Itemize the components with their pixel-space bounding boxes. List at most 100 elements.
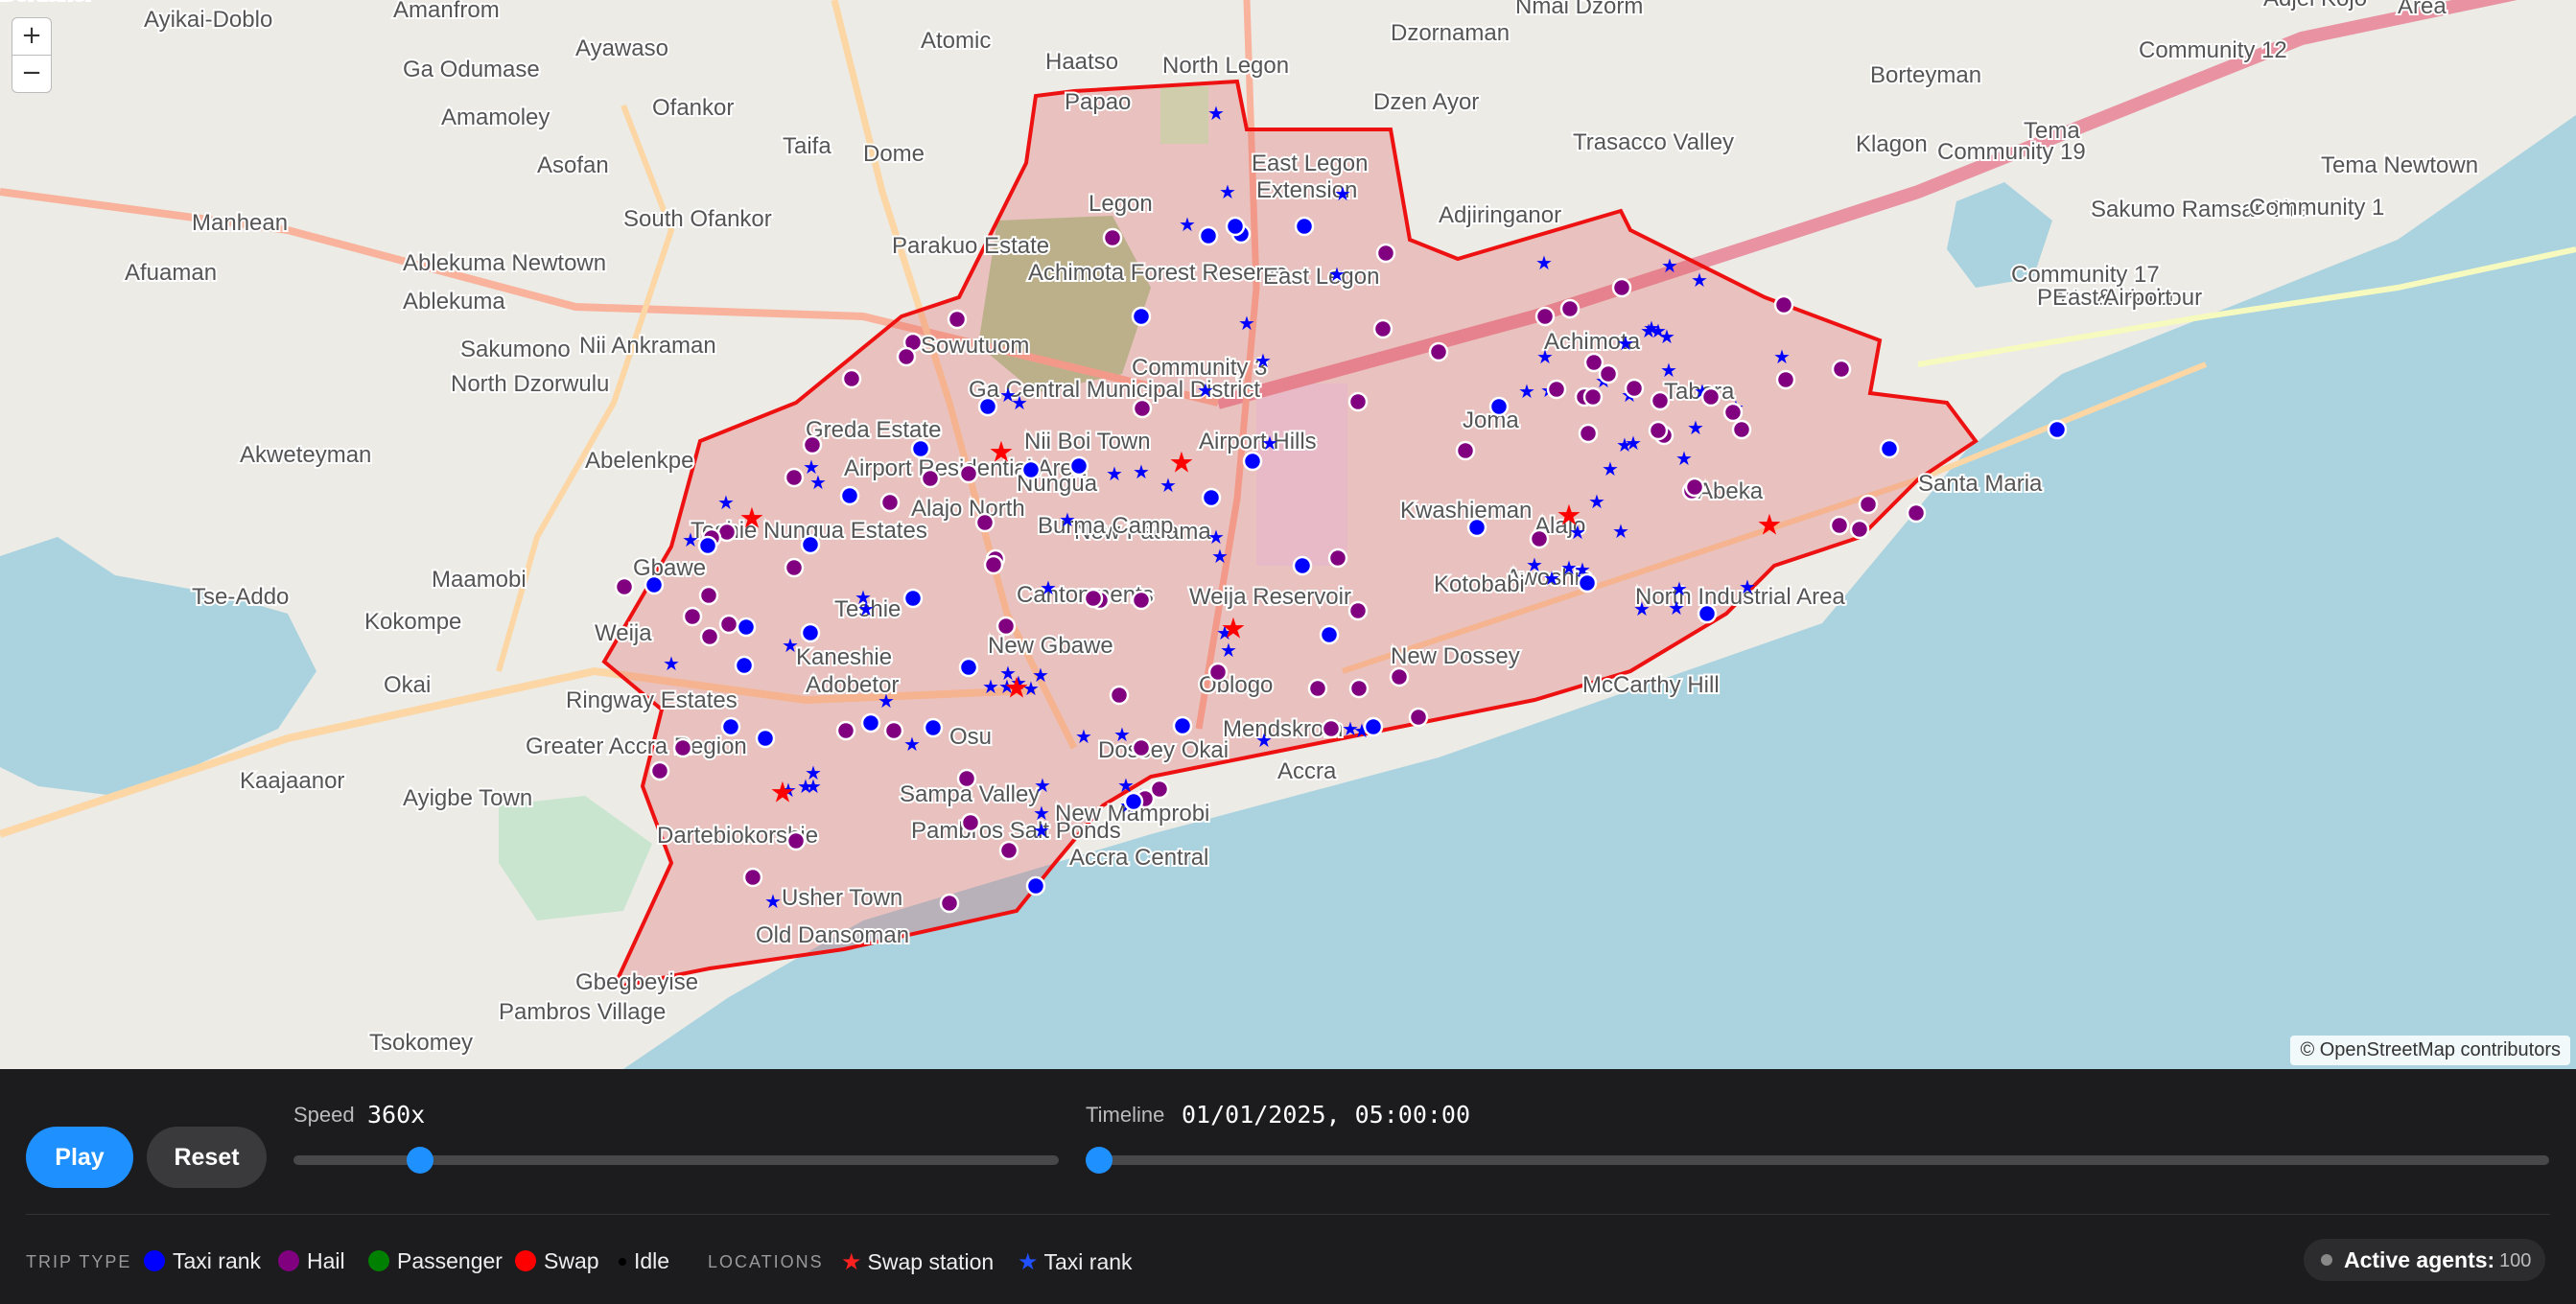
zoom-in-button[interactable]: +: [12, 17, 52, 56]
place-label: Amamoley: [441, 105, 550, 130]
taxi-rank-location-star-icon: ★: [1255, 729, 1273, 752]
legend-swap-station: ★ Swap station: [841, 1248, 994, 1276]
hail-trip-marker: [682, 606, 703, 627]
taxi-rank-trip-marker: [1488, 396, 1510, 417]
taxi-rank-location-star-icon: ★: [857, 597, 875, 620]
place-label: Accra: [1277, 758, 1337, 784]
hail-trip-marker: [672, 737, 693, 758]
taxi-rank-trip-marker: [1363, 716, 1384, 737]
taxi-rank-location-star-icon: ★: [1616, 433, 1633, 456]
taxi-rank-location-star-icon: ★: [1328, 263, 1346, 286]
hail-trip-marker: [1559, 298, 1581, 319]
taxi-rank-location-star-icon: ★: [1059, 508, 1076, 531]
taxi-rank-location-star-icon: ★: [797, 775, 814, 798]
place-label: Maamobi: [432, 567, 527, 593]
place-label: Okai: [384, 672, 431, 698]
hail-trip-marker: [1347, 391, 1369, 412]
hail-trip-marker: [784, 557, 805, 578]
place-label: New Dossey: [1391, 643, 1520, 669]
taxi-rank-location-star-icon: ★: [1660, 359, 1677, 382]
hail-trip-marker: [1131, 737, 1152, 758]
hail-trip-marker: [1102, 227, 1123, 248]
legend-label: Passenger: [397, 1248, 503, 1273]
place-label: Afuaman: [125, 260, 217, 286]
place-label: Gbegbeyise: [575, 969, 698, 995]
place-label: Ringway Estates: [566, 687, 738, 713]
taxi-rank-trip-marker: [839, 485, 860, 506]
map-canvas[interactable]: Ayikai-Doblo Amanfrom Nmai Dzorm Adjei Kojo…: [0, 0, 2576, 1069]
taxi-rank-trip-marker: [910, 438, 931, 459]
taxi-rank-location-star-icon: ★: [1633, 597, 1651, 620]
taxi-rank-location-star-icon: ★: [1773, 345, 1791, 368]
place-label: Weija: [595, 620, 652, 646]
taxi-rank-trip-marker: [977, 396, 998, 417]
hail-trip-marker: [649, 760, 670, 781]
taxi-rank-location-star-icon: ★: [809, 471, 827, 494]
hail-trip-marker: [1131, 590, 1152, 611]
hail-trip-marker: [742, 867, 763, 888]
timeline-value: 01/01/2025, 05:00:00: [1182, 1101, 1471, 1129]
taxi-rank-trip-marker: [1201, 487, 1222, 508]
hail-trip-marker: [1327, 547, 1348, 569]
place-label: Accra Central: [1069, 845, 1208, 871]
taxi-rank-trip-marker: [800, 534, 821, 555]
place-label: Ablekuma Newtown: [403, 250, 606, 276]
taxi-rank-location-star-icon: ★: [903, 733, 921, 756]
taxi-rank-location-star-icon: ★: [1075, 725, 1092, 748]
legend-label: Taxi rank: [1043, 1249, 1133, 1274]
timeline-slider-track[interactable]: [1086, 1155, 2549, 1165]
hail-trip-marker: [1389, 666, 1410, 687]
place-label: Nmai Dzorm: [1515, 0, 1643, 19]
circle-icon: [619, 1258, 626, 1266]
hail-trip-marker: [1546, 379, 1567, 400]
hail-trip-marker: [1132, 398, 1153, 419]
speed-slider-thumb[interactable]: [406, 1147, 433, 1174]
hail-trip-marker: [883, 720, 904, 741]
place-label: Nii Ankraman: [579, 333, 716, 359]
place-label: Ablekuma: [403, 289, 505, 314]
taxi-rank-trip-marker: [1123, 791, 1144, 812]
panel-divider: [26, 1214, 2550, 1215]
place-label: Abeka: [1698, 478, 1764, 504]
hail-trip-marker: [956, 768, 977, 789]
hail-trip-marker: [1348, 678, 1370, 699]
place-label: South Ofankor: [623, 206, 772, 232]
place-label: Ga Odumase: [403, 57, 540, 82]
place-label: Santa Maria: [1918, 471, 2043, 497]
place-label: Papao: [1065, 89, 1131, 115]
zoom-out-button[interactable]: −: [12, 55, 52, 93]
place-label: Borteyman: [1870, 62, 1981, 88]
taxi-rank-location-star-icon: ★: [1211, 545, 1229, 568]
taxi-rank-location-star-icon: ★: [1207, 102, 1225, 125]
reset-button[interactable]: Reset: [147, 1127, 267, 1188]
timeline-slider-thumb[interactable]: [1086, 1147, 1112, 1174]
taxi-rank-trip-marker: [902, 588, 924, 609]
hail-trip-marker: [1831, 359, 1852, 380]
place-label: Usher Town: [782, 885, 902, 911]
play-button[interactable]: Play: [26, 1127, 133, 1188]
taxi-rank-trip-marker: [1020, 459, 1042, 480]
hail-trip-marker: [1578, 423, 1599, 444]
place-label: Adjei Kojo: [2263, 0, 2367, 12]
taxi-rank-location-star-icon: ★: [1197, 379, 1214, 402]
place-label: Tse-Addo: [192, 584, 289, 610]
taxi-rank-location-star-icon: ★: [1612, 520, 1629, 543]
taxi-rank-location-star-icon: ★: [1106, 462, 1123, 485]
hail-trip-marker: [1347, 600, 1369, 621]
taxi-rank-location-star-icon: ★: [1675, 447, 1693, 470]
map-view[interactable]: Ayikai-Doblo Amanfrom Nmai Dzorm Adjei Kojo…: [0, 0, 2576, 1069]
taxi-rank-location-star-icon: ★: [1536, 345, 1554, 368]
star-icon: ★: [1018, 1249, 1039, 1275]
locations-heading: LOCATIONS: [708, 1252, 824, 1271]
place-label: Dome: [863, 141, 925, 167]
hail-trip-marker: [699, 626, 720, 647]
place-label: Akweteyman: [240, 442, 371, 468]
swap-station-star-icon: ★: [989, 436, 1015, 470]
place-label: Pambros Village: [499, 999, 666, 1025]
place-label: Sowutuom: [921, 333, 1029, 359]
taxi-rank-location-star-icon: ★: [1668, 596, 1685, 619]
hail-trip-marker: [698, 585, 719, 606]
hail-trip-marker: [1731, 419, 1752, 440]
hail-trip-marker: [1307, 678, 1328, 699]
map-attribution[interactable]: © OpenStreetMap contributors: [2290, 1036, 2570, 1065]
